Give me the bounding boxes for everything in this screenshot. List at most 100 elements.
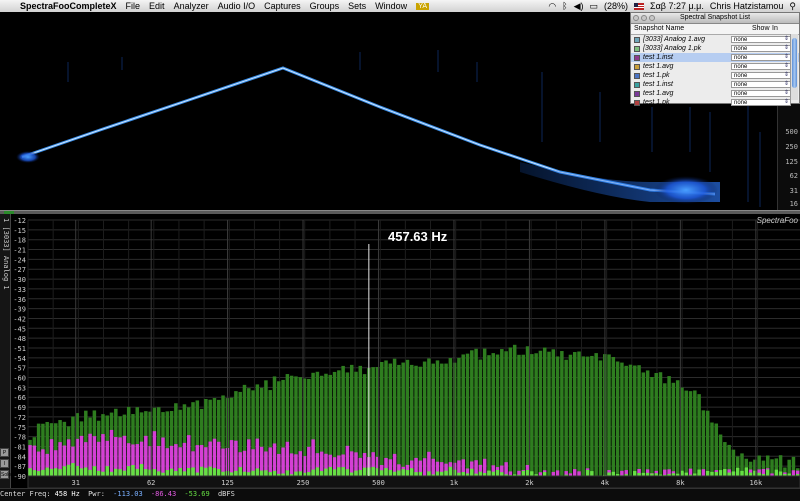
spotlight-icon[interactable]: ⚲ xyxy=(789,1,796,12)
close-button[interactable] xyxy=(633,15,639,21)
snapshot-show-select[interactable]: none xyxy=(731,90,791,97)
snapshot-show-select[interactable]: none xyxy=(731,72,791,79)
menu-file[interactable]: File xyxy=(126,1,141,11)
spectrum-bar xyxy=(697,470,700,476)
spectrum-bar xyxy=(530,471,533,476)
menu-extra-badge[interactable]: YA xyxy=(416,3,429,10)
snapshot-titlebar[interactable]: Spectral Snapshot List xyxy=(631,13,799,24)
snapshot-show-select[interactable]: none xyxy=(731,63,791,70)
snapshot-row[interactable]: test 1.instnone xyxy=(631,80,799,89)
menu-edit[interactable]: Edit xyxy=(149,1,165,11)
snapshot-show-select[interactable]: none xyxy=(731,81,791,88)
menu-window[interactable]: Window xyxy=(375,1,407,11)
bluetooth-icon[interactable]: ᛒ xyxy=(562,1,567,11)
snapshot-show-select[interactable]: none xyxy=(731,99,791,106)
snapshot-header: Snapshot Name Show In xyxy=(631,24,799,35)
solo-button[interactable]: Solo xyxy=(0,470,9,479)
menu-user[interactable]: Chris Hatzistamou xyxy=(710,1,784,11)
channel-p-button[interactable]: P xyxy=(0,448,9,457)
battery-icon[interactable]: ▭ xyxy=(590,1,599,12)
spectrum-bar xyxy=(749,473,752,476)
spectrum-bar xyxy=(483,349,486,476)
column-name[interactable]: Snapshot Name xyxy=(634,24,752,34)
snapshot-row[interactable]: test 1.pknone xyxy=(631,71,799,80)
spectrum-bar xyxy=(539,351,542,476)
spectrum-bar xyxy=(637,365,640,476)
snapshot-color-swatch[interactable] xyxy=(634,46,640,52)
spectrum-bar xyxy=(401,363,404,476)
spectrum-bar xyxy=(346,469,349,476)
minimize-button[interactable] xyxy=(641,15,647,21)
snapshot-name: [3033] Analog 1.avg xyxy=(643,35,731,44)
snapshot-list-window: Spectral Snapshot List Snapshot Name Sho… xyxy=(630,12,800,104)
spectrum-bar xyxy=(642,372,645,476)
scrollbar-thumb[interactable] xyxy=(792,38,797,88)
speaker-icon[interactable]: ◀) xyxy=(574,1,584,12)
menu-audio-io[interactable]: Audio I/O xyxy=(218,1,256,11)
wifi-icon[interactable]: ◠ xyxy=(548,1,556,12)
snapshot-show-select[interactable]: none xyxy=(731,45,791,52)
channel-i-button[interactable]: I xyxy=(0,459,9,468)
menu-groups[interactable]: Groups xyxy=(310,1,340,11)
spectrum-view[interactable]: -12-15-18-21-24-27-30-33-36-39-42-45-48-… xyxy=(0,214,800,500)
snapshot-row[interactable]: test 1.instnone xyxy=(631,53,799,62)
spectrum-bar xyxy=(440,472,443,476)
spectrum-bar xyxy=(208,467,211,476)
spectrum-bar xyxy=(453,470,456,476)
column-show[interactable]: Show xyxy=(752,24,772,34)
app-menu[interactable]: SpectraFooCompleteX xyxy=(20,1,117,11)
spectrum-bar xyxy=(504,462,507,476)
snapshot-color-swatch[interactable] xyxy=(634,37,640,43)
column-in[interactable]: In xyxy=(772,24,778,34)
zoom-button[interactable] xyxy=(649,15,655,21)
spectrum-bar xyxy=(268,447,271,476)
spectrum-bar xyxy=(526,470,529,476)
spectrum-bar xyxy=(41,470,44,476)
snapshot-show-select[interactable]: none xyxy=(731,36,791,43)
center-freq-label: Center Freq: xyxy=(0,490,51,498)
spectrum-bar xyxy=(534,353,537,476)
snapshot-color-swatch[interactable] xyxy=(634,73,640,79)
snapshot-row[interactable]: [3033] Analog 1.avgnone xyxy=(631,35,799,44)
spectrum-bar xyxy=(213,468,216,476)
menu-analyzer[interactable]: Analyzer xyxy=(174,1,209,11)
spectrum-bar xyxy=(307,472,310,476)
snapshot-show-select[interactable]: none xyxy=(731,54,791,61)
snapshot-name: test 1.pk xyxy=(643,71,731,80)
snapshot-color-swatch[interactable] xyxy=(634,100,640,106)
spectrum-bar xyxy=(123,471,126,476)
spectrum-bar xyxy=(479,472,482,476)
snapshot-color-swatch[interactable] xyxy=(634,91,640,97)
channel-buttons: P I Solo xyxy=(0,448,10,481)
snapshot-color-swatch[interactable] xyxy=(634,55,640,61)
y-tick-label: -48 xyxy=(13,335,26,343)
battery-percent: (28%) xyxy=(604,1,628,11)
spectrum-bar xyxy=(513,345,516,476)
snapshot-color-swatch[interactable] xyxy=(634,82,640,88)
spectrum-bar xyxy=(230,472,233,476)
scale-tick: 62 xyxy=(790,172,798,180)
us-flag-icon[interactable] xyxy=(634,3,644,10)
y-tick-label: -60 xyxy=(13,375,26,383)
snapshot-color-swatch[interactable] xyxy=(634,64,640,70)
snapshot-row[interactable]: test 1.avgnone xyxy=(631,62,799,71)
spectrum-bar xyxy=(238,467,241,476)
snapshot-row[interactable]: test 1.avgnone xyxy=(631,89,799,98)
spectrum-bar xyxy=(333,469,336,476)
snapshot-name: test 1.inst xyxy=(643,80,731,89)
spectrum-bar xyxy=(234,471,237,476)
menu-captures[interactable]: Captures xyxy=(264,1,301,11)
spectrum-bar xyxy=(573,469,576,476)
spectrum-bar xyxy=(573,352,576,476)
y-tick-label: -45 xyxy=(13,325,26,333)
menu-sets[interactable]: Sets xyxy=(348,1,366,11)
scale-tick: 125 xyxy=(785,158,798,166)
snapshot-scrollbar[interactable] xyxy=(790,34,798,100)
spectrum-bar xyxy=(659,372,662,476)
menu-clock[interactable]: Σαβ 7:27 μ.μ. xyxy=(650,1,704,11)
y-tick-label: -87 xyxy=(13,463,26,471)
snapshot-row[interactable]: test 1.pknone xyxy=(631,98,799,107)
snapshot-row[interactable]: [3033] Analog 1.pknone xyxy=(631,44,799,53)
spectrum-bar xyxy=(577,352,580,476)
status-bar: Center Freq:458 Hz Pwr: -113.03 -86.43 -… xyxy=(0,488,800,501)
